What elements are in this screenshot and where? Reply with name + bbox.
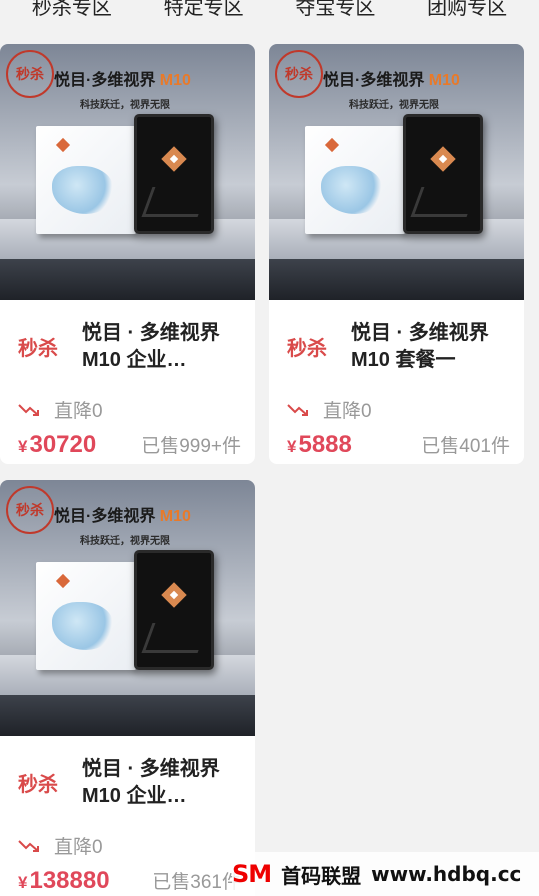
product-card[interactable]: 秒杀 悦目·多维视界 M10 科技跃迁，视界无限 秒杀 悦目 · 多维视界M10… (0, 480, 255, 896)
price-drop: 直降0 (323, 401, 372, 422)
product-image[interactable]: 秒杀 悦目·多维视界 M10 科技跃迁，视界无限 (269, 44, 524, 300)
tab-group-buy[interactable]: 团购专区 (427, 0, 507, 19)
sold-count: 已售401件 (421, 436, 510, 457)
product-box-image (36, 562, 136, 670)
product-box-image (305, 126, 405, 234)
price: ¥5888 (287, 431, 352, 458)
seckill-tag: 秒杀 (18, 338, 58, 360)
watermark: SM 首码联盟 www.hdbq.cc (232, 852, 539, 896)
banner-slogan: 科技跃迁，视界无限 (349, 100, 439, 111)
banner-slogan: 科技跃迁，视界无限 (80, 536, 170, 547)
trend-down-icon (287, 403, 308, 416)
seckill-badge-icon: 秒杀 (6, 50, 54, 98)
seckill-tag: 秒杀 (287, 338, 327, 360)
watermark-logo: SM (232, 860, 272, 888)
price-drop: 直降0 (54, 401, 103, 422)
banner-brand: 悦目·多维视界 M10 (54, 72, 191, 89)
price: ¥138880 (18, 867, 110, 894)
tablet-image (403, 114, 483, 234)
trend-down-icon (18, 839, 39, 852)
tablet-image (134, 114, 214, 234)
category-tabs: 秒杀专区 特定专区 夺宝专区 团购专区 (0, 0, 539, 30)
seckill-badge-icon: 秒杀 (275, 50, 323, 98)
product-image[interactable]: 秒杀 悦目·多维视界 M10 科技跃迁，视界无限 (0, 44, 255, 300)
sold-count: 已售999+件 (141, 436, 241, 457)
product-card[interactable]: 秒杀 悦目·多维视界 M10 科技跃迁，视界无限 秒杀 悦目 · 多维视界M10… (0, 44, 255, 464)
product-title[interactable]: 悦目 · 多维视界M10 企业… (82, 756, 241, 810)
stage-side (0, 259, 255, 300)
sold-count: 已售361件 (152, 872, 241, 893)
banner-brand: 悦目·多维视界 M10 (54, 508, 191, 525)
banner-slogan: 科技跃迁，视界无限 (80, 100, 170, 111)
price: ¥30720 (18, 431, 97, 458)
tab-special[interactable]: 特定专区 (164, 0, 244, 19)
product-card[interactable]: 秒杀 悦目·多维视界 M10 科技跃迁，视界无限 秒杀 悦目 · 多维视界M10… (269, 44, 524, 464)
watermark-url: www.hdbq.cc (371, 862, 522, 886)
seckill-badge-icon: 秒杀 (6, 486, 54, 534)
watermark-name: 首码联盟 (281, 863, 362, 888)
product-title[interactable]: 悦目 · 多维视界M10 套餐一 (351, 320, 510, 374)
tab-treasure[interactable]: 夺宝专区 (295, 0, 375, 19)
stage-side (0, 695, 255, 736)
product-box-image (36, 126, 136, 234)
tablet-image (134, 550, 214, 670)
tab-seckill[interactable]: 秒杀专区 (32, 0, 112, 19)
banner-brand: 悦目·多维视界 M10 (323, 72, 460, 89)
product-image[interactable]: 秒杀 悦目·多维视界 M10 科技跃迁，视界无限 (0, 480, 255, 736)
trend-down-icon (18, 403, 39, 416)
seckill-tag: 秒杀 (18, 774, 58, 796)
stage-side (269, 259, 524, 300)
price-drop: 直降0 (54, 837, 103, 858)
product-title[interactable]: 悦目 · 多维视界M10 企业… (82, 320, 241, 374)
